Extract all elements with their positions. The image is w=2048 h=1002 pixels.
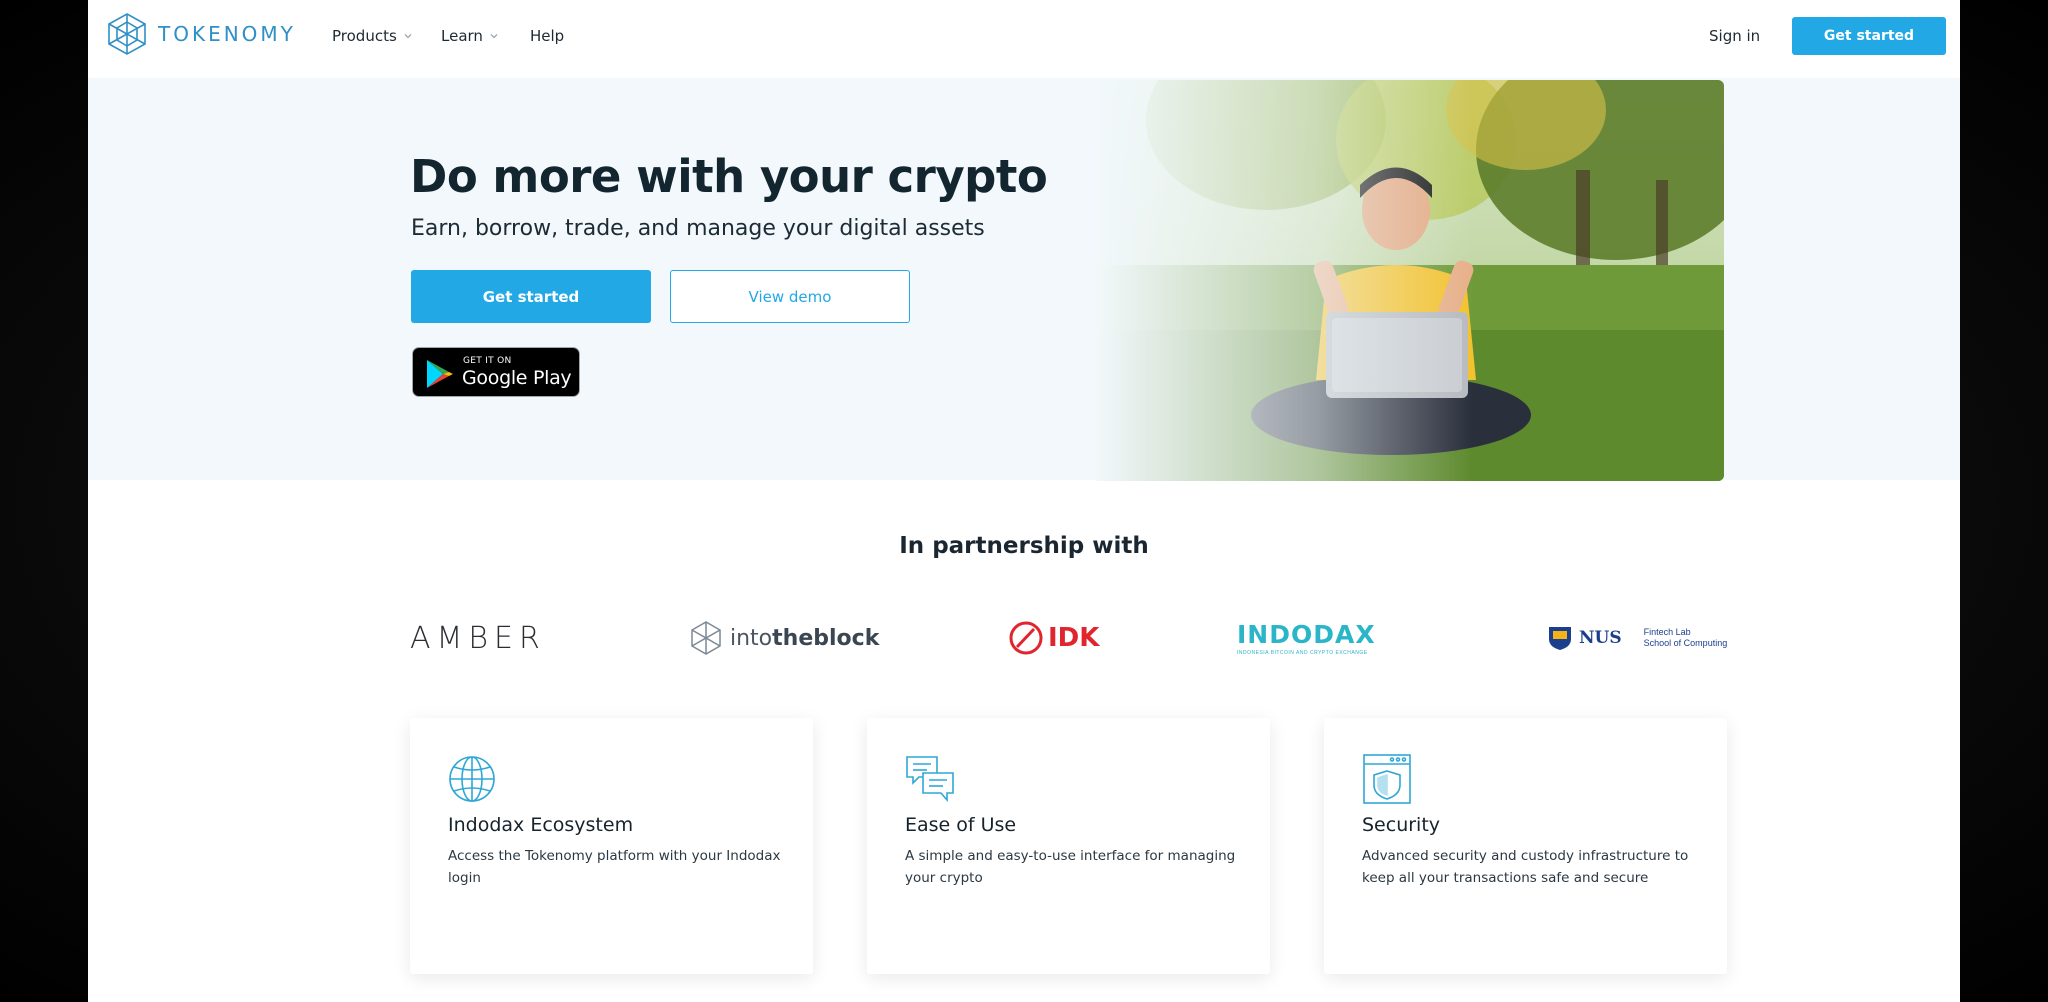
feature-title: Security: [1362, 814, 1441, 836]
hero-title: Do more with your crypto: [410, 150, 1048, 203]
indodax-wordmark: INDODAX: [1237, 620, 1376, 649]
nav-learn[interactable]: Learn: [441, 27, 499, 45]
nav-help-label: Help: [530, 27, 565, 45]
intotheblock-cube-icon: [691, 621, 721, 655]
nus-sub-line1: Fintech Lab: [1643, 627, 1691, 637]
feature-card-ease-of-use: Ease of Use A simple and easy-to-use int…: [867, 718, 1270, 974]
chat-bubbles-icon: [906, 756, 954, 803]
partners-title: In partnership with: [899, 533, 1149, 559]
intotheblock-light: into: [730, 625, 773, 651]
feature-title: Ease of Use: [905, 814, 1017, 836]
nus-sub-line2: School of Computing: [1643, 638, 1728, 648]
partner-logo-nus: NUS Fintech Lab School of Computing: [1546, 616, 1727, 660]
brand-name: TOKENOMY: [158, 22, 296, 46]
partner-logo-amber: AMBER: [410, 620, 546, 656]
shield-window-icon: [1363, 754, 1411, 804]
hero-section: Do more with your crypto Earn, borrow, t…: [88, 78, 1960, 481]
feature-title: Indodax Ecosystem: [448, 814, 634, 836]
idk-circle-icon: [1009, 621, 1043, 655]
hero-subtitle: Earn, borrow, trade, and manage your dig…: [411, 216, 985, 241]
person-with-laptop-illustration: [1096, 80, 1724, 481]
tokenomy-logo-icon: [108, 13, 146, 55]
feature-description: A simple and easy-to-use interface for m…: [905, 848, 1236, 886]
feature-card-security: Security Advanced security and custody i…: [1324, 718, 1727, 974]
page: TOKENOMY Products Learn Help Sign in Get…: [88, 0, 1960, 1002]
google-play-icon: [427, 360, 453, 388]
sign-in-link[interactable]: Sign in: [1709, 27, 1760, 45]
google-play-big-text: Google Play: [462, 367, 572, 389]
chevron-down-icon: [404, 34, 412, 39]
chevron-down-icon: [490, 34, 498, 39]
intotheblock-bold: theblock: [772, 625, 880, 651]
hero-photo: [1096, 80, 1724, 481]
globe-icon: [449, 756, 495, 802]
google-play-small-text: GET IT ON: [463, 356, 512, 366]
view-demo-button[interactable]: View demo: [670, 270, 910, 323]
brand-logo[interactable]: TOKENOMY: [106, 12, 296, 56]
hero-get-started-button[interactable]: Get started: [411, 270, 651, 323]
feature-description: Advanced security and custody infrastruc…: [1362, 848, 1689, 886]
partner-logo-indodax: INDODAX INDONESIA BITCOIN AND CRYPTO EXC…: [1237, 616, 1376, 660]
idk-text: IDK: [1048, 623, 1100, 653]
nus-crest-icon: [1549, 627, 1571, 650]
partner-logo-idk: IDK: [1008, 616, 1099, 660]
nav-products[interactable]: Products: [332, 27, 413, 45]
feature-description: Access the Tokenomy platform with your I…: [448, 848, 781, 886]
google-play-badge[interactable]: GET IT ON Google Play: [412, 347, 580, 397]
nav-help[interactable]: Help: [530, 27, 564, 45]
partner-logo-intotheblock: into theblock: [690, 616, 879, 660]
nus-subtitle: Fintech Lab School of Computing: [1644, 627, 1728, 649]
top-nav: TOKENOMY Products Learn Help Sign in Get…: [88, 0, 1960, 78]
indodax-tagline: INDONESIA BITCOIN AND CRYPTO EXCHANGE: [1237, 650, 1368, 656]
nav-get-started-button[interactable]: Get started: [1792, 17, 1946, 55]
nus-wordmark: NUS: [1579, 628, 1622, 648]
nav-products-label: Products: [332, 27, 397, 45]
feature-card-ecosystem: Indodax Ecosystem Access the Tokenomy pl…: [410, 718, 813, 974]
nav-learn-label: Learn: [441, 27, 483, 45]
